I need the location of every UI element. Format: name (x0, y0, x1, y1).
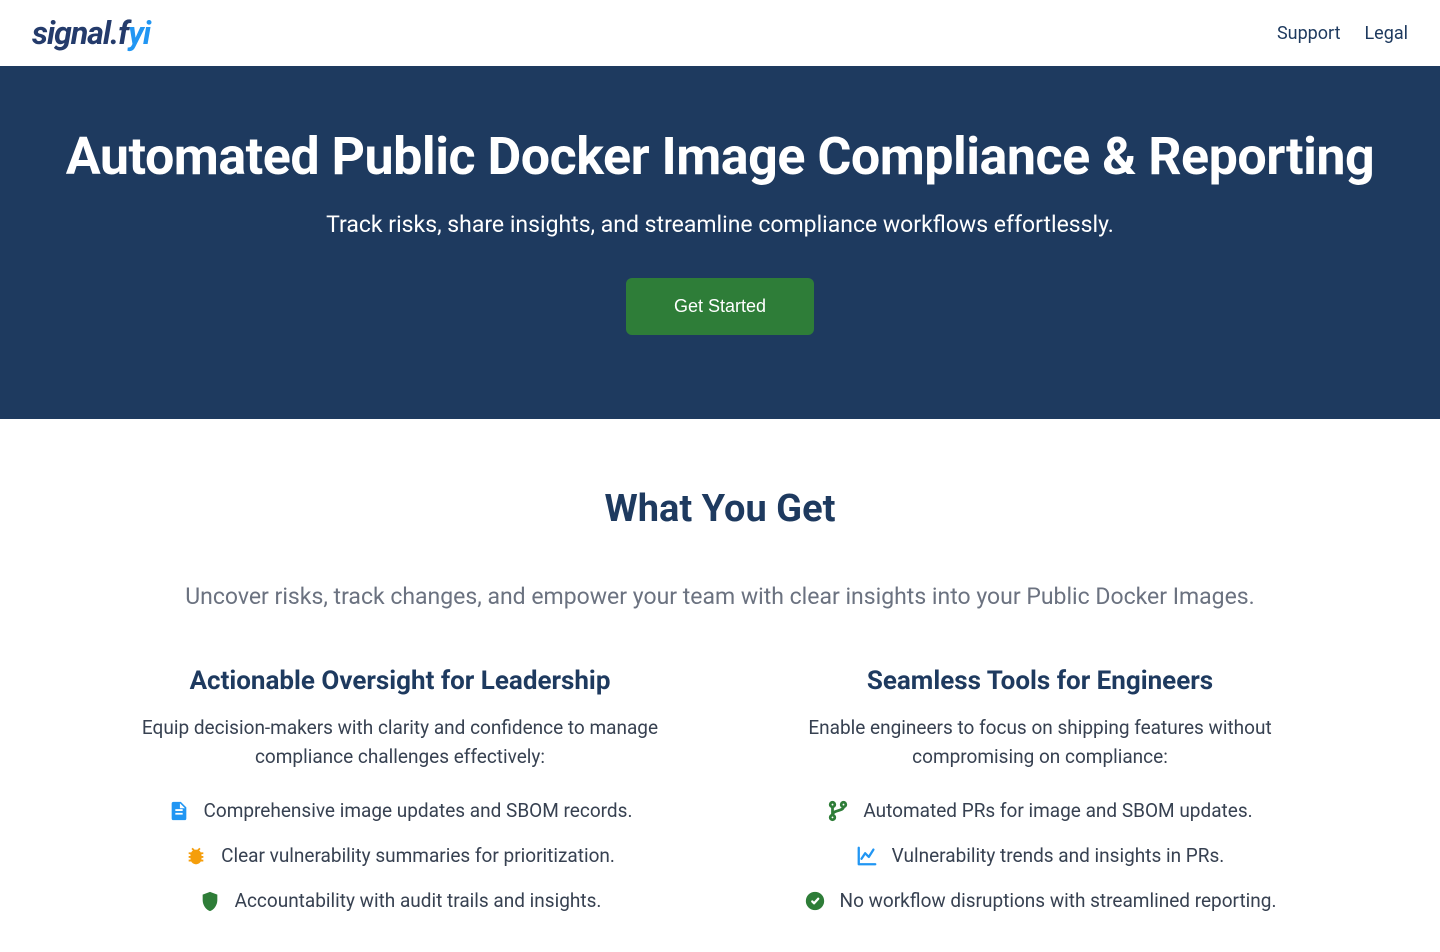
feature-list: Comprehensive image updates and SBOM rec… (130, 799, 670, 912)
file-icon (168, 800, 190, 822)
nav-support-link[interactable]: Support (1277, 23, 1341, 44)
feature-columns: Actionable Oversight for Leadership Equi… (120, 666, 1320, 912)
column-heading: Actionable Oversight for Leadership (130, 666, 670, 696)
feature-text: Comprehensive image updates and SBOM rec… (204, 799, 633, 822)
column-engineers: Seamless Tools for Engineers Enable engi… (770, 666, 1310, 912)
list-item: Automated PRs for image and SBOM updates… (770, 799, 1310, 822)
what-you-get-section: What You Get Uncover risks, track change… (0, 419, 1440, 952)
hero: Automated Public Docker Image Compliance… (0, 66, 1440, 419)
bug-icon (185, 845, 207, 867)
feature-list: Automated PRs for image and SBOM updates… (770, 799, 1310, 912)
column-desc: Enable engineers to focus on shipping fe… (770, 714, 1310, 771)
section-title: What You Get (40, 487, 1400, 531)
list-item: Clear vulnerability summaries for priori… (130, 844, 670, 867)
feature-text: Automated PRs for image and SBOM updates… (863, 799, 1252, 822)
shield-icon (199, 890, 221, 912)
get-started-button[interactable]: Get Started (626, 278, 814, 335)
column-heading: Seamless Tools for Engineers (770, 666, 1310, 696)
logo[interactable]: signal.fyi (32, 14, 150, 52)
section-subtitle: Uncover risks, track changes, and empowe… (40, 583, 1400, 610)
check-icon (804, 890, 826, 912)
nav: Support Legal (1277, 23, 1408, 44)
feature-text: Vulnerability trends and insights in PRs… (892, 844, 1225, 867)
list-item: Vulnerability trends and insights in PRs… (770, 844, 1310, 867)
feature-text: Accountability with audit trails and ins… (235, 889, 602, 912)
list-item: Comprehensive image updates and SBOM rec… (130, 799, 670, 822)
header: signal.fyi Support Legal (0, 0, 1440, 66)
branch-icon (827, 800, 849, 822)
list-item: No workflow disruptions with streamlined… (770, 889, 1310, 912)
chart-icon (856, 845, 878, 867)
feature-text: No workflow disruptions with streamlined… (840, 889, 1277, 912)
feature-text: Clear vulnerability summaries for priori… (221, 844, 615, 867)
nav-legal-link[interactable]: Legal (1364, 23, 1408, 44)
hero-subtitle: Track risks, share insights, and streaml… (40, 211, 1400, 238)
list-item: Accountability with audit trails and ins… (130, 889, 670, 912)
hero-title: Automated Public Docker Image Compliance… (40, 126, 1400, 187)
column-leadership: Actionable Oversight for Leadership Equi… (130, 666, 670, 912)
column-desc: Equip decision-makers with clarity and c… (130, 714, 670, 771)
